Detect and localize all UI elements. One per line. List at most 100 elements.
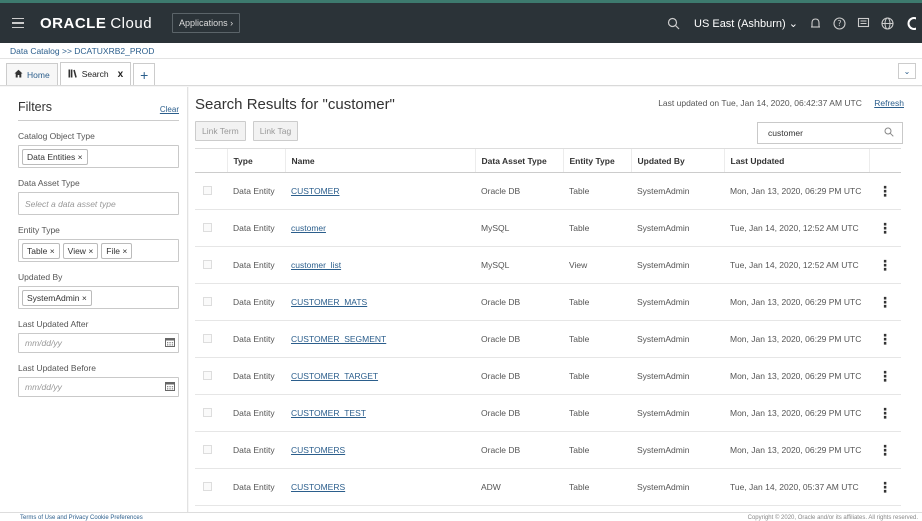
add-tab-button[interactable]: +	[133, 63, 156, 85]
cell-name: CUSTOMER_TARGET	[285, 357, 475, 395]
data-asset-type-label: Data Asset Type	[18, 178, 80, 188]
kebab-menu-icon[interactable]: ⋮	[878, 368, 892, 384]
close-tab-icon[interactable]: x	[118, 69, 124, 80]
row-checkbox[interactable]	[203, 407, 212, 417]
column-header-type[interactable]: Type	[226, 148, 285, 173]
table-row[interactable]: Data Entity CUSTOMER Oracle DB Table SystemA…	[195, 172, 901, 210]
filter-chip[interactable]: Data Entities ×	[22, 148, 88, 165]
filter-chip[interactable]: View ×	[62, 242, 99, 259]
search-icon[interactable]	[666, 16, 680, 30]
cell-data-asset-type: Oracle DB	[475, 172, 563, 210]
notification-icon[interactable]	[808, 16, 822, 30]
search-icon[interactable]	[884, 127, 894, 139]
last-updated-after-field[interactable]: mm/dd/yy	[18, 333, 179, 353]
kebab-menu-icon[interactable]: ⋮	[878, 442, 892, 458]
profile-icon[interactable]	[904, 16, 918, 30]
table-header-row: Type Name Data Asset Type Entity Type Up…	[195, 148, 901, 173]
row-checkbox[interactable]	[203, 444, 212, 454]
last-updated-before-field[interactable]: mm/dd/yy	[18, 377, 179, 397]
close-icon[interactable]: ×	[88, 246, 93, 256]
tab-home[interactable]: Home	[6, 63, 58, 85]
chevron-down-icon: ⌄	[788, 17, 798, 30]
entity-name-link[interactable]: customer	[291, 223, 326, 233]
brand-logo[interactable]: ORACLE Cloud	[40, 15, 152, 32]
close-icon[interactable]: ×	[78, 152, 83, 162]
entity-name-link[interactable]: CUSTOMER_TARGET	[291, 371, 378, 381]
row-checkbox[interactable]	[203, 185, 212, 195]
close-icon[interactable]: ×	[82, 293, 87, 303]
filter-chip[interactable]: Table ×	[22, 242, 60, 259]
table-row[interactable]: Data Entity CUSTOMER_TARGET Oracle DB Table…	[195, 357, 901, 395]
column-header-last-updated[interactable]: Last Updated	[723, 148, 869, 173]
entity-name-link[interactable]: CUSTOMERS	[291, 482, 345, 492]
kebab-menu-icon[interactable]: ⋮	[878, 331, 892, 347]
row-checkbox[interactable]	[203, 370, 212, 380]
cell-last-updated: Mon, Jan 13, 2020, 06:29 PM UTC	[724, 357, 869, 395]
row-checkbox[interactable]	[203, 259, 212, 269]
row-checkbox[interactable]	[203, 222, 212, 232]
column-header-updated-by[interactable]: Updated By	[630, 148, 724, 173]
tab-menu-button[interactable]: ⌄	[898, 63, 916, 79]
cell-entity-type: Table	[563, 320, 631, 358]
column-header-data-asset-type[interactable]: Data Asset Type	[474, 148, 563, 173]
data-asset-type-field[interactable]: Select a data asset type	[18, 192, 179, 215]
catalog-object-type-field[interactable]: Data Entities ×	[18, 145, 179, 168]
kebab-menu-icon[interactable]: ⋮	[878, 220, 892, 236]
region-selector[interactable]: US East (Ashburn) ⌄	[694, 17, 798, 30]
updated-by-field[interactable]: SystemAdmin ×	[18, 286, 179, 309]
applications-button[interactable]: Applications ›	[172, 13, 241, 33]
kebab-menu-icon[interactable]: ⋮	[878, 257, 892, 273]
table-row[interactable]: Data Entity customer MySQL Table SystemAdmin…	[195, 209, 901, 247]
calendar-icon[interactable]	[165, 381, 175, 393]
entity-name-link[interactable]: CUSTOMER_MATS	[291, 297, 367, 307]
row-checkbox-cell	[195, 431, 227, 469]
breadcrumb-text[interactable]: Data Catalog >> DCATUXRB2_PROD	[10, 46, 154, 56]
link-tag-button[interactable]: Link Tag	[252, 121, 299, 141]
kebab-menu-icon[interactable]: ⋮	[878, 479, 892, 495]
close-icon[interactable]: ×	[122, 246, 127, 256]
table-row[interactable]: Data Entity CUSTOMER_TEST Oracle DB Table Sy…	[195, 394, 901, 432]
chat-icon[interactable]	[856, 16, 870, 30]
entity-name-link[interactable]: CUSTOMERS	[291, 445, 345, 455]
cell-last-updated: Mon, Jan 13, 2020, 06:29 PM UTC	[724, 283, 869, 321]
globe-icon[interactable]	[880, 16, 894, 30]
table-row[interactable]: Data Entity CUSTOMERS ADW Table SystemAdmin T…	[195, 468, 901, 506]
search-input[interactable]: customer	[757, 122, 903, 144]
entity-type-field[interactable]: Table × View × File ×	[18, 239, 179, 262]
kebab-menu-icon[interactable]: ⋮	[878, 183, 892, 199]
kebab-menu-icon[interactable]: ⋮	[878, 405, 892, 421]
chevron-right-icon: ›	[230, 18, 234, 28]
row-checkbox[interactable]	[203, 296, 212, 306]
menu-icon[interactable]	[0, 3, 36, 43]
table-row[interactable]: Data Entity CUSTOMER_SEGMENT Oracle DB Tabl…	[195, 320, 901, 358]
plus-icon: +	[140, 66, 149, 83]
table-row[interactable]: Data Entity CUSTOMERS Oracle DB Table System…	[195, 431, 901, 469]
footer-links[interactable]: Terms of Use and Privacy Cookie Preferen…	[20, 515, 143, 521]
help-icon[interactable]: ?	[832, 16, 846, 30]
filter-chip[interactable]: SystemAdmin ×	[22, 289, 92, 306]
column-header-name[interactable]: Name	[284, 148, 475, 173]
cell-name: CUSTOMER	[285, 172, 475, 210]
table-row[interactable]: Data Entity CUSTOMER_MATS Oracle DB Table Sy…	[195, 283, 901, 321]
clear-filters-link[interactable]: Clear	[160, 105, 179, 114]
row-checkbox-cell	[195, 283, 227, 321]
results-table: Type Name Data Asset Type Entity Type Up…	[195, 148, 901, 506]
column-header-entity-type[interactable]: Entity Type	[562, 148, 631, 173]
table-row[interactable]: Data Entity customer_list MySQL View SystemA…	[195, 246, 901, 284]
row-checkbox[interactable]	[203, 481, 212, 491]
tab-search[interactable]: Search x	[59, 62, 132, 85]
breadcrumb[interactable]: Data Catalog >> DCATUXRB2_PROD	[0, 43, 922, 59]
entity-name-link[interactable]: CUSTOMER_SEGMENT	[291, 334, 386, 344]
kebab-menu-icon[interactable]: ⋮	[878, 294, 892, 310]
link-term-button[interactable]: Link Term	[195, 121, 246, 141]
entity-name-link[interactable]: customer_list	[291, 260, 341, 270]
refresh-link[interactable]: Refresh	[874, 98, 904, 108]
calendar-icon[interactable]	[165, 337, 175, 349]
entity-name-link[interactable]: CUSTOMER_TEST	[291, 408, 366, 418]
entity-name-link[interactable]: CUSTOMER	[291, 186, 340, 196]
close-icon[interactable]: ×	[50, 246, 55, 256]
filter-chip[interactable]: File ×	[101, 242, 133, 259]
row-checkbox[interactable]	[203, 333, 212, 343]
last-updated-info: Last updated on Tue, Jan 14, 2020, 06:42…	[658, 98, 904, 108]
cell-data-asset-type: Oracle DB	[475, 394, 563, 432]
